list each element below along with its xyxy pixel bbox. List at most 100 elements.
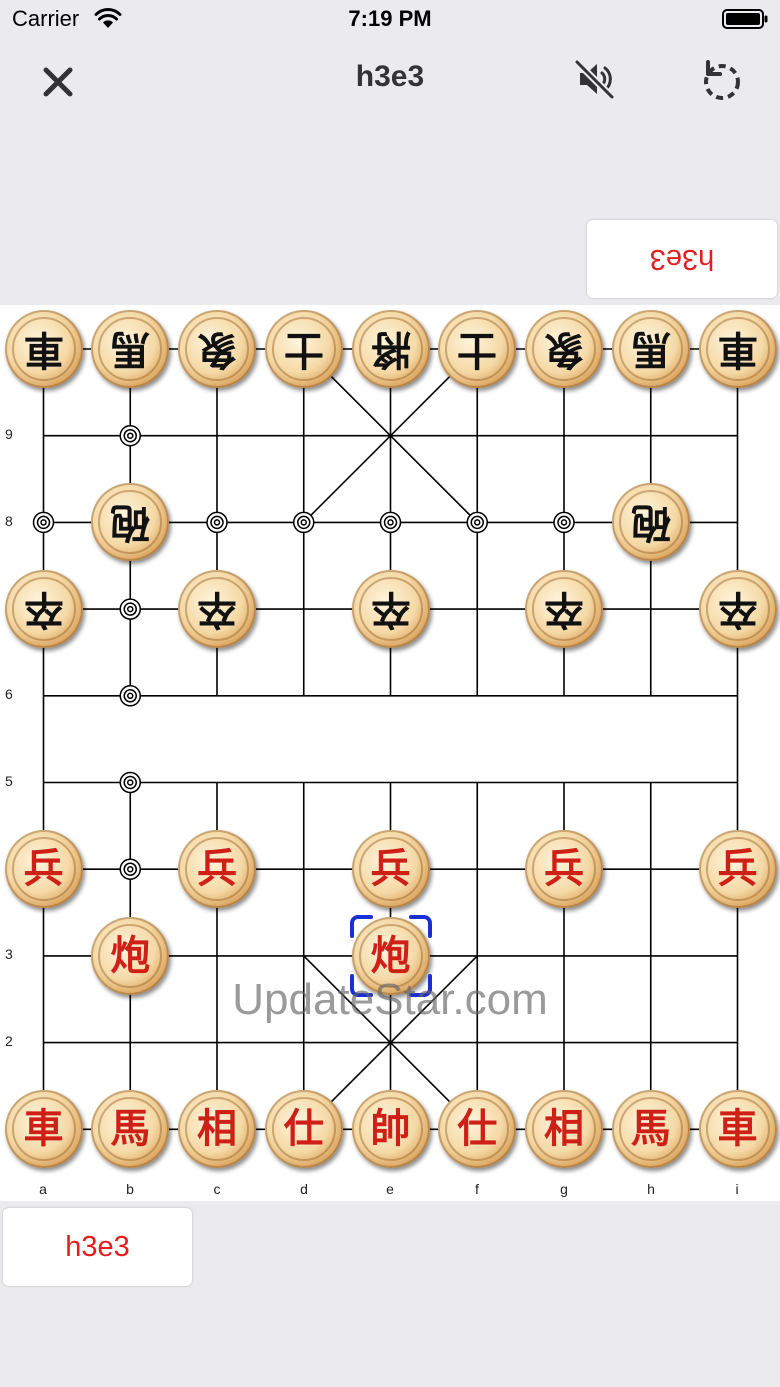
speaker-muted-icon[interactable]: [572, 56, 618, 102]
file-label: e: [386, 1181, 394, 1197]
black-piece[interactable]: 馬: [611, 310, 690, 388]
file-label: h: [647, 1181, 655, 1197]
black-piece[interactable]: 卒: [525, 570, 603, 649]
piece-glyph: 卒: [544, 586, 584, 633]
piece-glyph: 炮: [110, 932, 151, 979]
move-hint-marker[interactable]: [379, 511, 402, 534]
black-piece[interactable]: 卒: [178, 570, 256, 649]
opponent-move-label: h3e3: [587, 220, 777, 298]
red-piece[interactable]: 車: [4, 1090, 83, 1169]
black-piece[interactable]: 車: [698, 310, 777, 388]
file-label: g: [560, 1181, 568, 1197]
piece-glyph: 相: [197, 1106, 237, 1153]
red-piece[interactable]: 車: [698, 1090, 777, 1169]
rank-label: 5: [5, 773, 13, 789]
restart-icon[interactable]: [698, 56, 746, 104]
battery-icon: [722, 9, 768, 29]
piece-glyph: 兵: [544, 846, 584, 893]
move-hint-marker[interactable]: [206, 511, 228, 534]
red-piece[interactable]: 仕: [264, 1090, 343, 1169]
rank-label: 8: [5, 513, 13, 529]
rank-label: 9: [5, 426, 13, 442]
piece-glyph: 卒: [197, 586, 237, 633]
piece-glyph: 象: [544, 326, 584, 372]
piece-glyph: 炮: [370, 932, 411, 979]
red-piece[interactable]: 兵: [525, 830, 603, 909]
rank-label: 2: [5, 1033, 13, 1049]
piece-glyph: 卒: [717, 586, 758, 633]
piece-glyph: 兵: [370, 846, 411, 893]
move-hint-marker[interactable]: [553, 511, 575, 534]
move-hint-marker[interactable]: [119, 771, 141, 794]
piece-glyph: 象: [197, 326, 237, 372]
toolbar: h3e3: [0, 40, 780, 120]
rank-label: 3: [5, 946, 13, 962]
move-hint-marker[interactable]: [119, 424, 141, 447]
piece-glyph: 馬: [630, 1106, 671, 1153]
status-bar: Carrier 7:19 PM: [0, 0, 780, 40]
red-piece[interactable]: 仕: [438, 1090, 517, 1169]
black-piece[interactable]: 卒: [351, 570, 430, 649]
piece-glyph: 車: [23, 1106, 64, 1153]
rank-label: 6: [5, 686, 13, 702]
file-label: i: [735, 1181, 739, 1197]
piece-glyph: 士: [457, 326, 498, 372]
piece-glyph: 仕: [283, 1106, 324, 1153]
file-label: c: [213, 1181, 221, 1197]
piece-glyph: 馬: [110, 1106, 151, 1153]
piece-glyph: 相: [544, 1106, 584, 1153]
red-piece[interactable]: 炮: [91, 916, 170, 995]
piece-glyph: 兵: [197, 846, 237, 893]
xiangqi-board[interactable]: 9 8 6 5 3 2 a b c d e f g h i 車馬象士將士象馬車砲…: [0, 305, 780, 1201]
red-piece[interactable]: 兵: [4, 830, 83, 909]
black-piece[interactable]: 象: [178, 310, 256, 388]
red-piece[interactable]: 相: [525, 1090, 603, 1169]
black-piece[interactable]: 士: [438, 310, 517, 388]
move-hint-marker[interactable]: [119, 685, 141, 707]
move-hint-marker[interactable]: [293, 511, 315, 534]
piece-glyph: 馬: [110, 326, 151, 372]
piece-glyph: 馬: [630, 326, 671, 372]
move-hint-marker[interactable]: [119, 858, 141, 880]
piece-glyph: 車: [23, 326, 64, 372]
piece-glyph: 兵: [717, 846, 758, 893]
red-piece[interactable]: 兵: [351, 830, 430, 909]
piece-glyph: 車: [717, 326, 758, 372]
move-hint-marker[interactable]: [466, 511, 488, 534]
black-piece[interactable]: 將: [351, 310, 430, 388]
red-piece[interactable]: 馬: [91, 1090, 170, 1169]
black-piece[interactable]: 士: [264, 310, 343, 388]
player-move-label: h3e3: [3, 1208, 192, 1286]
piece-glyph: 仕: [457, 1106, 498, 1153]
red-piece[interactable]: 相: [178, 1090, 256, 1169]
status-time: 7:19 PM: [348, 6, 432, 31]
move-hint-marker[interactable]: [119, 598, 141, 620]
file-label: b: [126, 1181, 134, 1197]
piece-glyph: 砲: [110, 499, 151, 546]
black-piece[interactable]: 象: [525, 310, 603, 388]
move-hint-marker[interactable]: [32, 511, 55, 534]
red-piece[interactable]: 兵: [698, 830, 777, 909]
piece-glyph: 卒: [370, 586, 411, 633]
page-title: h3e3: [355, 60, 425, 93]
black-piece[interactable]: 卒: [698, 570, 777, 649]
file-label: f: [475, 1181, 479, 1197]
piece-glyph: 帥: [370, 1106, 411, 1153]
black-piece[interactable]: 卒: [4, 570, 83, 649]
black-piece[interactable]: 砲: [611, 483, 690, 562]
piece-glyph: 砲: [630, 499, 671, 546]
black-piece[interactable]: 車: [4, 310, 83, 388]
board-grid: [32, 348, 739, 1141]
red-piece[interactable]: 炮: [351, 916, 430, 995]
piece-glyph: 車: [717, 1106, 758, 1153]
red-piece[interactable]: 馬: [611, 1090, 690, 1169]
file-label: a: [39, 1181, 47, 1197]
piece-glyph: 卒: [23, 586, 64, 633]
piece-glyph: 士: [283, 326, 324, 372]
red-piece[interactable]: 帥: [351, 1090, 430, 1169]
file-label: d: [300, 1181, 308, 1197]
red-piece[interactable]: 兵: [178, 830, 256, 909]
piece-glyph: 兵: [23, 846, 64, 893]
piece-glyph: 將: [370, 326, 411, 372]
black-piece[interactable]: 馬: [91, 310, 170, 388]
